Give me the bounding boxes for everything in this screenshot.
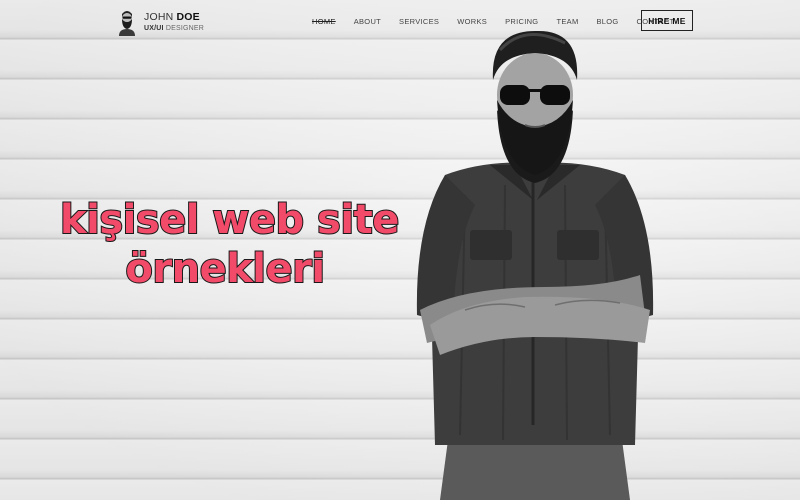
- bearded-man-avatar-icon: [119, 11, 135, 36]
- site-header: JOHN DOE UX/UI DESIGNER HOME ABOUT SERVI…: [0, 0, 800, 44]
- brand-role: UX/UI DESIGNER: [144, 24, 204, 32]
- site-logo[interactable]: JOHN DOE UX/UI DESIGNER: [117, 8, 204, 36]
- nav-item-about[interactable]: ABOUT: [354, 17, 381, 26]
- hero-headline: kişisel web site örnekleri: [59, 196, 400, 294]
- hero-headline-line1: kişisel web site: [59, 196, 400, 244]
- nav-item-home[interactable]: HOME: [312, 17, 336, 26]
- brand-name: JOHN DOE: [144, 11, 200, 24]
- hero-headline-line2: örnekleri: [124, 245, 326, 293]
- bearded-man-photo: [416, 30, 654, 500]
